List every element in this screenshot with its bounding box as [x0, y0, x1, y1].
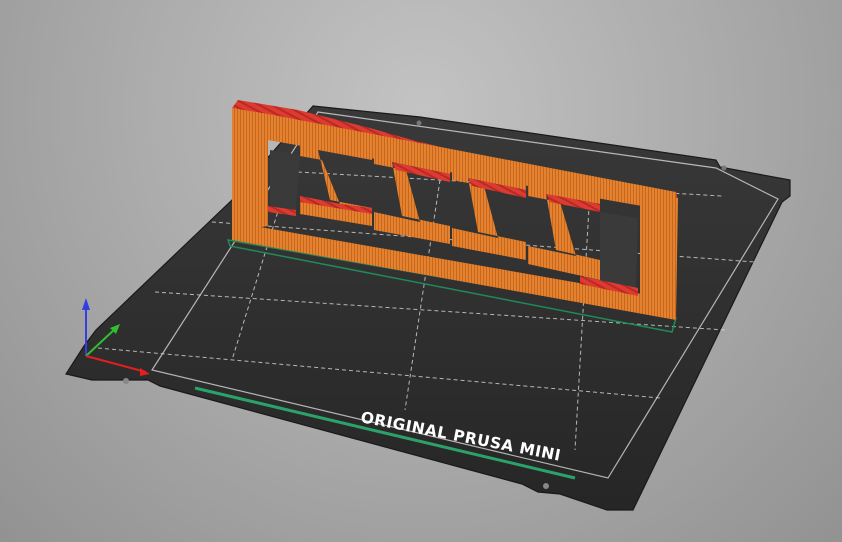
scene-canvas[interactable]: ORIGINAL PRUSA MINI: [0, 0, 842, 542]
bed-hole: [123, 378, 129, 384]
3d-viewport[interactable]: ORIGINAL PRUSA MINI: [0, 0, 842, 542]
model-opening: [270, 150, 300, 212]
bed-hole: [416, 120, 422, 126]
model-opening: [600, 212, 638, 288]
bed-hole: [721, 165, 727, 171]
model-left-pillar: [232, 108, 268, 232]
bed-hole: [543, 483, 549, 489]
